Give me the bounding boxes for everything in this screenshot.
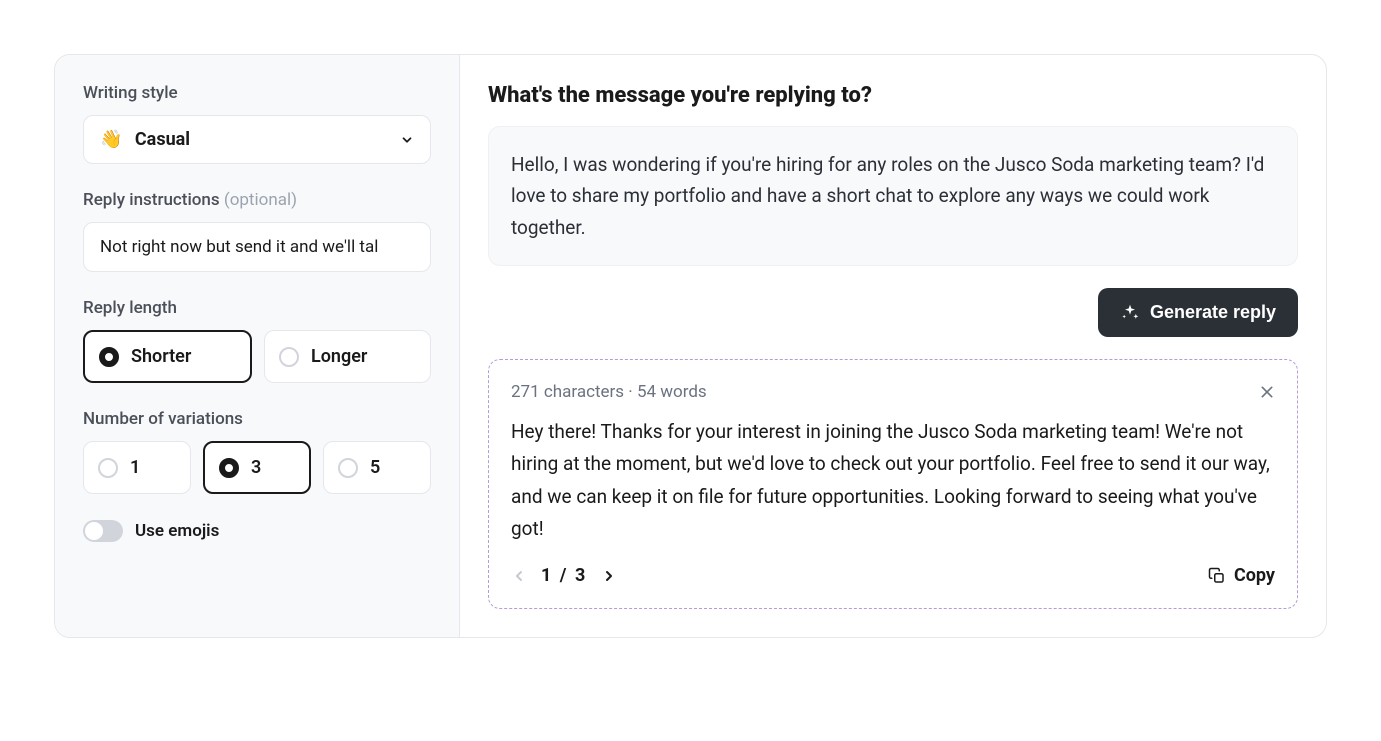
variations-option-5[interactable]: 5 — [323, 441, 431, 494]
sidebar: Writing style 👋 Casual Reply instruction… — [55, 55, 460, 637]
writing-style-label: Writing style — [83, 83, 431, 103]
length-option-longer[interactable]: Longer — [264, 330, 431, 383]
variations-option-3[interactable]: 3 — [203, 441, 311, 494]
emoji-toggle-row: Use emojis — [83, 520, 431, 542]
copy-button[interactable]: Copy — [1208, 565, 1275, 586]
app-card: Writing style 👋 Casual Reply instruction… — [54, 54, 1327, 638]
radio-dot-icon — [279, 347, 299, 367]
reply-box: 271 characters · 54 words Hey there! Tha… — [488, 359, 1298, 609]
sparkle-icon — [1120, 303, 1140, 323]
prompt-heading: What's the message you're replying to? — [488, 83, 1298, 108]
chevron-down-icon — [400, 133, 414, 147]
writing-style-value: Casual — [135, 129, 190, 150]
writing-style-select[interactable]: 👋 Casual — [83, 115, 431, 164]
close-icon[interactable] — [1259, 384, 1275, 400]
length-label: Reply length — [83, 298, 431, 318]
page-position: 1 / 3 — [541, 565, 587, 586]
variations-label: Number of variations — [83, 409, 431, 429]
radio-dot-icon — [99, 347, 119, 367]
main-panel: What's the message you're replying to? H… — [460, 55, 1326, 637]
radio-dot-icon — [338, 458, 358, 478]
radio-dot-icon — [98, 458, 118, 478]
copy-icon — [1208, 567, 1226, 585]
instructions-label: Reply instructions (optional) — [83, 190, 431, 210]
variations-option-1[interactable]: 1 — [83, 441, 191, 494]
reply-footer: 1 / 3 Copy — [511, 565, 1275, 586]
pager: 1 / 3 — [511, 565, 617, 586]
toggle-knob — [85, 522, 103, 540]
instructions-input[interactable] — [83, 222, 431, 272]
length-options: Shorter Longer — [83, 330, 431, 383]
next-arrow[interactable] — [601, 568, 617, 584]
incoming-message[interactable]: Hello, I was wondering if you're hiring … — [488, 126, 1298, 266]
generate-reply-button[interactable]: Generate reply — [1098, 288, 1298, 337]
variations-options: 1 3 5 — [83, 441, 431, 494]
length-option-shorter[interactable]: Shorter — [83, 330, 252, 383]
reply-text: Hey there! Thanks for your interest in j… — [511, 416, 1275, 545]
emoji-toggle-label: Use emojis — [135, 521, 219, 541]
prev-arrow[interactable] — [511, 568, 527, 584]
generate-row: Generate reply — [488, 288, 1298, 337]
wave-emoji: 👋 — [100, 129, 122, 150]
reply-meta-row: 271 characters · 54 words — [511, 382, 1275, 402]
emoji-toggle[interactable] — [83, 520, 123, 542]
reply-meta: 271 characters · 54 words — [511, 382, 707, 402]
radio-dot-icon — [219, 458, 239, 478]
